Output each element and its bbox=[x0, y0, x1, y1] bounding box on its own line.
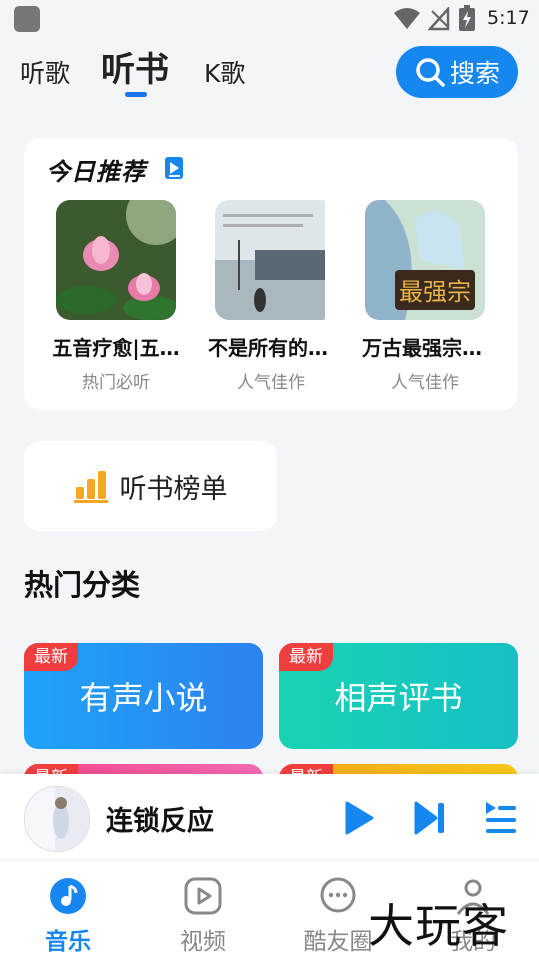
player-track-title: 连锁反应 bbox=[106, 806, 214, 837]
recommend-play-icon bbox=[165, 157, 183, 179]
play-icon[interactable] bbox=[344, 801, 374, 835]
chat-bubble-icon bbox=[320, 877, 356, 913]
new-badge: 最新 bbox=[24, 643, 78, 671]
category-tile-crosstalk[interactable]: 最新 相声评书 bbox=[279, 643, 518, 749]
battery-charging-icon bbox=[459, 5, 475, 31]
search-icon bbox=[416, 58, 445, 87]
nav-music-label: 音乐 bbox=[45, 929, 91, 955]
new-badge: 最新 bbox=[279, 643, 333, 671]
tab-karaoke[interactable]: K歌 bbox=[204, 56, 245, 92]
nav-music[interactable]: 音乐 bbox=[1, 870, 135, 960]
active-tab-indicator bbox=[125, 92, 147, 97]
video-play-icon bbox=[184, 877, 222, 915]
recommend-item-tag: 热门必听 bbox=[82, 373, 150, 393]
status-time: 5:17 bbox=[487, 7, 530, 29]
search-button[interactable]: 搜索 bbox=[396, 46, 518, 98]
svg-text:最强宗: 最强宗 bbox=[399, 278, 471, 306]
recommend-item-tag: 人气佳作 bbox=[237, 373, 305, 393]
bar-chart-icon bbox=[73, 471, 108, 503]
category-tile-novel[interactable]: 最新 有声小说 bbox=[24, 643, 263, 749]
search-label: 搜索 bbox=[449, 59, 500, 88]
nav-video[interactable]: 视频 bbox=[136, 870, 270, 960]
street-photo-cover-image[interactable] bbox=[215, 200, 335, 320]
watermark: 大玩客 bbox=[368, 899, 509, 953]
recommend-title: 今日推荐 bbox=[46, 158, 146, 186]
recommend-item-name[interactable]: 不是所有的… bbox=[193, 332, 343, 361]
next-track-icon[interactable] bbox=[414, 801, 446, 835]
app-notification-icon bbox=[14, 6, 40, 32]
no-signal-icon bbox=[428, 7, 450, 31]
music-note-icon bbox=[50, 878, 86, 914]
tab-audiobooks[interactable]: 听书 bbox=[101, 48, 169, 92]
ranking-button[interactable]: 听书榜单 bbox=[24, 441, 277, 531]
ranking-label: 听书榜单 bbox=[119, 473, 228, 505]
player-cover-avatar[interactable] bbox=[24, 786, 90, 852]
lotus-cover-image[interactable] bbox=[56, 200, 176, 320]
tab-listen-songs[interactable]: 听歌 bbox=[20, 56, 70, 92]
category-label: 相声评书 bbox=[334, 679, 463, 717]
playlist-icon[interactable] bbox=[484, 800, 518, 836]
nav-video-label: 视频 bbox=[180, 929, 226, 955]
category-label: 有声小说 bbox=[79, 679, 208, 717]
recommend-item-name[interactable]: 万古最强宗… bbox=[347, 332, 497, 361]
recommend-item-tag: 人气佳作 bbox=[391, 373, 459, 393]
hot-categories-title: 热门分类 bbox=[24, 568, 141, 602]
wifi-icon bbox=[394, 8, 420, 29]
recommend-item-name[interactable]: 五音疗愈|五… bbox=[41, 332, 191, 361]
anime-cover-image[interactable]: 最强宗 bbox=[365, 200, 485, 320]
